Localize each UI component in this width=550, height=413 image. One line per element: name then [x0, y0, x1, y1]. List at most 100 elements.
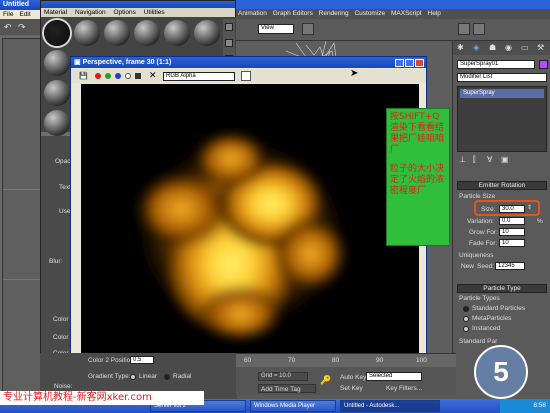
display-tab-icon[interactable]: ▭ [521, 43, 529, 52]
view-dropdown[interactable]: View [258, 24, 294, 34]
close-button[interactable] [415, 59, 424, 68]
color2-position-label: Color 2 Position: [88, 357, 136, 364]
selected-dropdown[interactable]: Selected [366, 372, 422, 381]
bottom-params: Color 2 Position: 0.5 Gradient Type: Lin… [40, 353, 236, 393]
variation-field[interactable]: 0.0 [499, 217, 525, 225]
channel-value: RGB Alpha [166, 73, 196, 79]
timeline-bar[interactable]: 60 70 80 90 100 [236, 353, 456, 367]
color2-position-value: 0.5 [133, 357, 142, 363]
key-filters-button[interactable]: Key Filters... [386, 385, 422, 392]
select-icon[interactable] [302, 23, 314, 35]
radio-radial[interactable] [164, 374, 170, 380]
material-slot[interactable] [44, 110, 70, 136]
left-viewport[interactable] [2, 38, 43, 393]
radio-linear[interactable] [130, 374, 136, 380]
clock: 8:58 [533, 402, 546, 409]
utilities-tab-icon[interactable]: ⚒ [537, 43, 544, 52]
object-color-swatch[interactable] [539, 60, 548, 69]
annotation-box: 按SHIFT+Q渲染下看看结果把厂娃咱咱厂 粒子的大小决定了火焰的浓密程度厂 [386, 108, 450, 246]
render-window-titlebar: ▣ Perspective, frame 30 (1:1) [71, 57, 426, 68]
instanced-label: Instanced [472, 325, 501, 332]
set-key-button[interactable]: Set Key [340, 385, 363, 392]
material-slot[interactable] [194, 20, 220, 46]
fade-for-field[interactable]: 10 [499, 239, 525, 247]
left-app-title: Untitled [3, 1, 30, 8]
material-slot[interactable] [74, 20, 100, 46]
radio-instanced[interactable] [463, 326, 469, 332]
material-slot[interactable] [164, 20, 190, 46]
alpha-channel-icon[interactable] [125, 73, 131, 79]
menu-utilities[interactable]: Utilities [144, 9, 165, 16]
material-slot[interactable] [44, 50, 70, 76]
gradient-type-label: Gradient Type: [88, 373, 131, 380]
seed-field[interactable]: 12345 [495, 262, 525, 270]
make-unique-icon[interactable]: ∀ [487, 155, 492, 164]
object-name-field[interactable]: SuperSpray01 [457, 60, 535, 69]
clear-icon[interactable]: ✕ [149, 70, 157, 81]
fire-lobe-right [271, 214, 351, 294]
menu-navigation[interactable]: Navigation [75, 9, 106, 16]
command-panel-tabs: ✱ ◈ ☗ ◉ ▭ ⚒ [453, 41, 550, 55]
create-tab-icon[interactable]: ✱ [457, 43, 464, 52]
left-app-window: Untitled File Edit ↶ ↷ [0, 0, 44, 400]
redo-icon[interactable]: ↷ [18, 22, 26, 33]
color2-position-field[interactable]: 0.5 [130, 356, 154, 364]
red-channel-icon[interactable] [95, 73, 101, 79]
sample-type-icon[interactable] [225, 23, 233, 31]
menu-animation[interactable]: Animation [238, 10, 267, 17]
color-swatch[interactable] [241, 71, 251, 81]
render-window-title: Perspective, frame 30 (1:1) [82, 59, 172, 66]
max-toolbar: View [236, 19, 550, 41]
new-seed-button[interactable]: New [461, 263, 474, 270]
auto-key-button[interactable]: Auto Key [340, 374, 366, 381]
watermark-text: 专业计算机教程-新客网xker.com [3, 392, 152, 403]
taskbar-item-max[interactable]: Untitled - Autodesk... [340, 400, 440, 412]
motion-tab-icon[interactable]: ◉ [505, 43, 512, 52]
menu-rendering[interactable]: Rendering [319, 10, 349, 17]
undo-icon[interactable]: ↶ [4, 22, 12, 33]
green-channel-icon[interactable] [105, 73, 111, 79]
menu-graph-editors[interactable]: Graph Editors [273, 10, 313, 17]
material-slot[interactable] [44, 80, 70, 106]
material-slot[interactable] [104, 20, 130, 46]
channel-dropdown[interactable]: RGB Alpha [163, 72, 235, 81]
particle-type-rollout[interactable]: Particle Type [457, 284, 547, 293]
material-slot-active[interactable] [44, 20, 70, 46]
menu-material[interactable]: Material [44, 9, 67, 16]
grid-value: Grid = 10.0 [261, 373, 291, 379]
pin-stack-icon[interactable]: ⊥ [459, 155, 466, 164]
material-slot[interactable] [134, 20, 160, 46]
grow-for-field[interactable]: 10 [499, 228, 525, 236]
radio-standard-particles[interactable] [463, 306, 469, 312]
menu-edit[interactable]: Edit [19, 11, 30, 18]
key-icon[interactable]: 🔑 [320, 375, 331, 386]
render-frame-window: ▣ Perspective, frame 30 (1:1) 💾 ✕ RGB Al… [70, 56, 427, 359]
render-setup-icon[interactable] [458, 23, 470, 35]
maximize-button[interactable] [405, 59, 414, 68]
backlight-icon[interactable] [225, 39, 233, 47]
add-time-tag-button[interactable]: Add Time Tag [258, 384, 316, 393]
emitter-rotation-rollout[interactable]: Emitter Rotation [457, 181, 547, 190]
menu-file[interactable]: File [3, 11, 13, 18]
save-image-icon[interactable]: 💾 [79, 72, 88, 80]
monochrome-icon[interactable] [135, 73, 141, 79]
taskbar-item-media-player[interactable]: Windows Media Player [250, 400, 336, 412]
menu-options[interactable]: Options [113, 9, 135, 16]
modify-tab-icon[interactable]: ◈ [473, 43, 479, 52]
minimize-button[interactable] [395, 59, 404, 68]
blue-channel-icon[interactable] [115, 73, 121, 79]
stack-item-superspray[interactable]: SuperSpray [460, 89, 544, 98]
render-icon[interactable] [473, 23, 485, 35]
modifier-stack: SuperSpray [457, 86, 547, 152]
menu-help[interactable]: Help [428, 10, 441, 17]
show-end-result-icon[interactable]: ⫿ [473, 155, 476, 165]
particle-types-label: Particle Types [459, 295, 500, 302]
modifier-list-dropdown[interactable]: Modifier List [457, 73, 547, 82]
remove-modifier-icon[interactable]: ▣ [501, 155, 509, 164]
menu-maxscript[interactable]: MAXScript [391, 10, 422, 17]
size-highlight-box [474, 200, 540, 216]
hierarchy-tab-icon[interactable]: ☗ [489, 43, 496, 52]
tick-80: 80 [332, 357, 340, 364]
menu-customize[interactable]: Customize [354, 10, 385, 17]
radio-metaparticles[interactable] [463, 316, 469, 322]
